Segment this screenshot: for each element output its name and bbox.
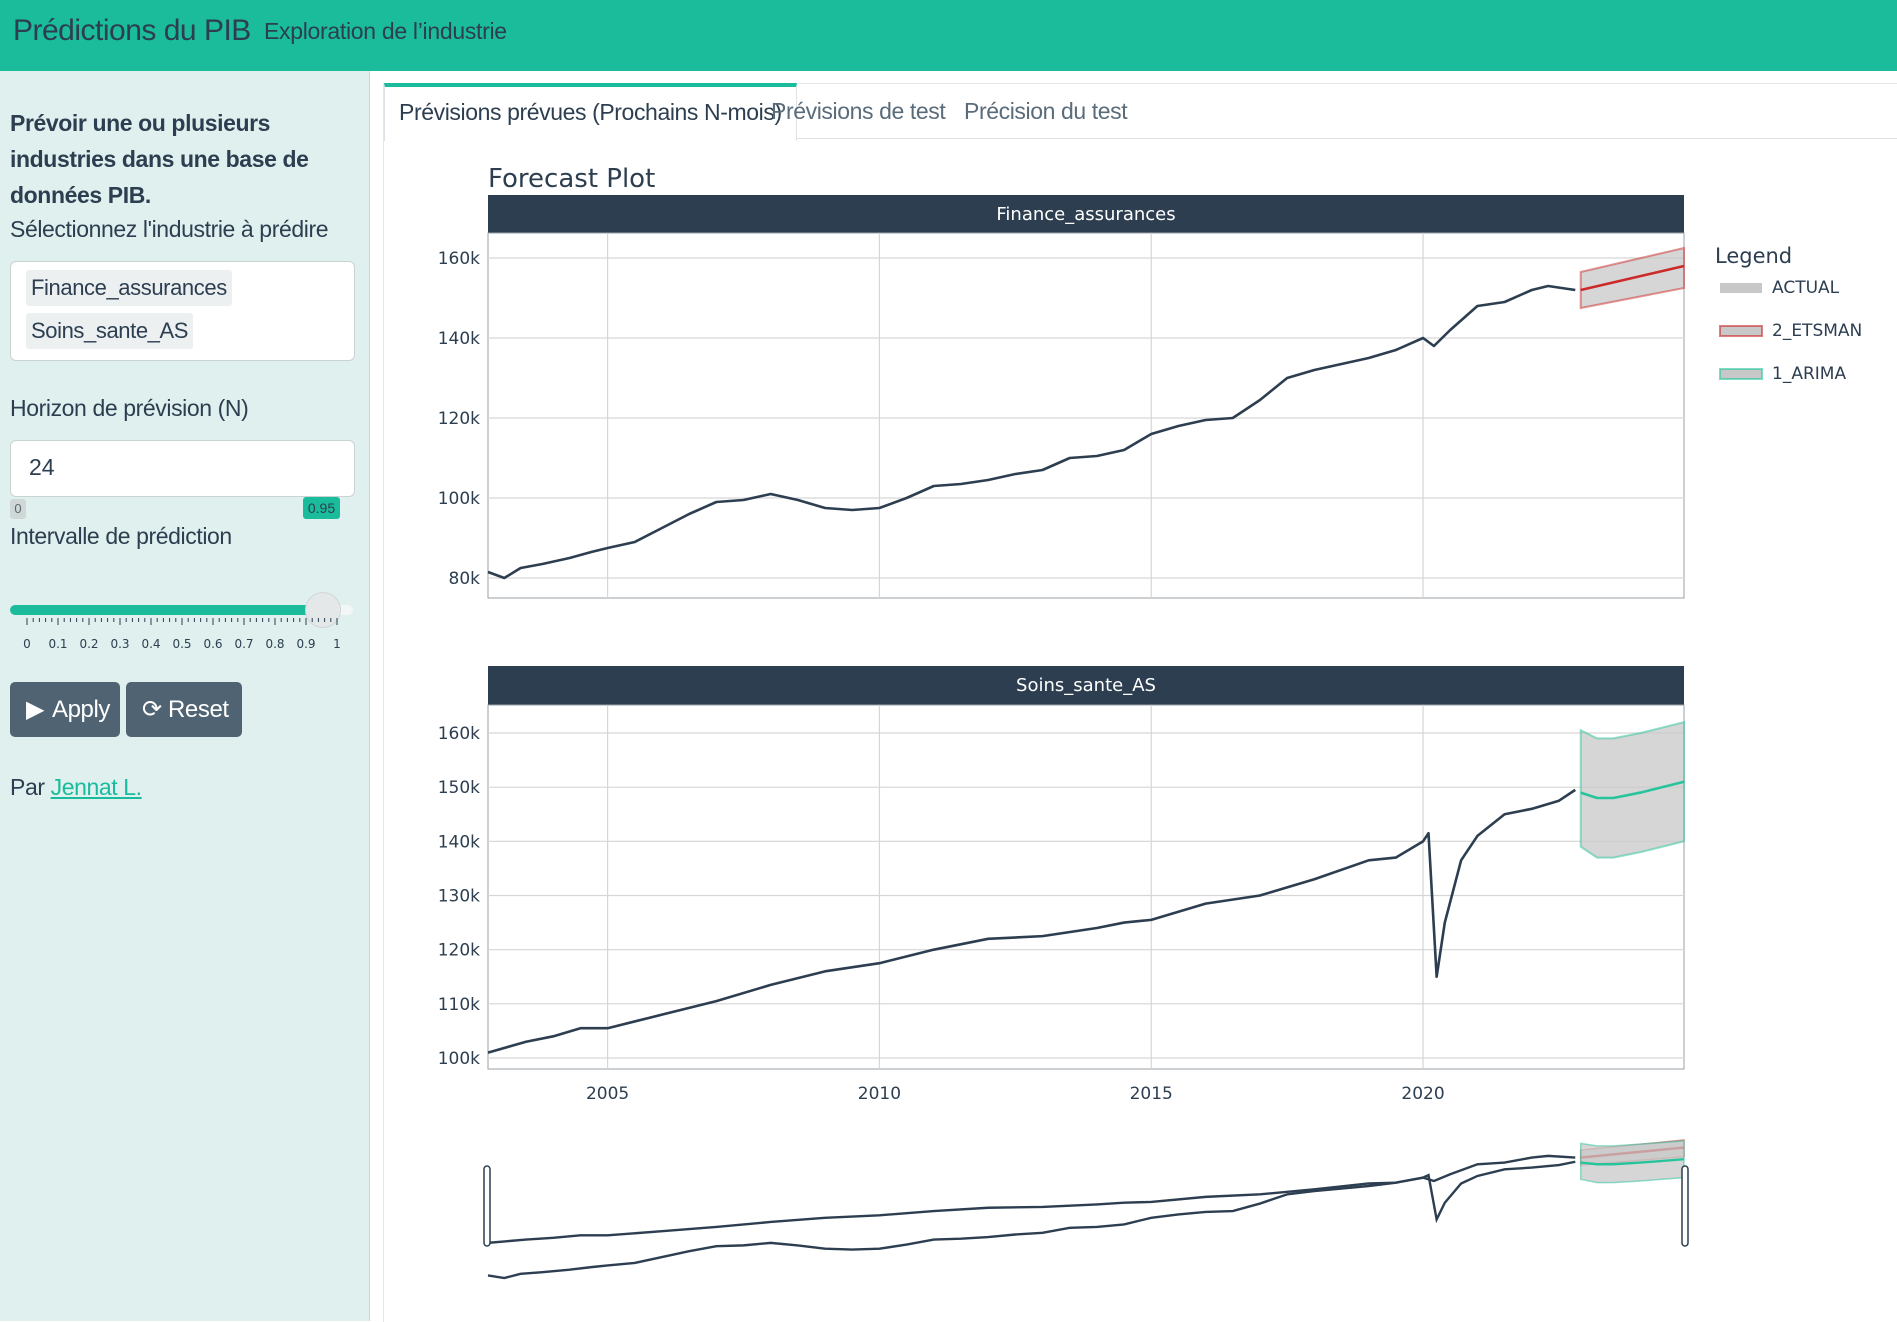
selected-industry-chip[interactable]: Finance_assurances bbox=[26, 270, 232, 306]
slider-ticks: 0 0.1 0.2 0.3 0.4 0.5 0.6 0.7 0.8 0.9 1 bbox=[23, 618, 341, 651]
credit: Par Jennat L. bbox=[10, 774, 142, 801]
slider-tick-label: 0.7 bbox=[234, 637, 253, 651]
slider-tick-label: 0.6 bbox=[203, 637, 222, 651]
tab-test-accuracy[interactable]: Précision du test bbox=[964, 84, 1128, 138]
industry-select-label: Sélectionnez l'industrie à prédire bbox=[10, 216, 329, 242]
reset-button[interactable]: ⟳ Reset bbox=[126, 682, 242, 737]
app-brand[interactable]: Prédictions du PIB bbox=[13, 14, 251, 48]
main-panel: Prévisions prévues (Prochains N-mois) Pr… bbox=[383, 83, 1897, 1322]
horizon-value: 24 bbox=[29, 454, 55, 480]
slider-tick-label: 0.9 bbox=[296, 637, 315, 651]
slider-fill bbox=[10, 605, 322, 615]
play-icon: ▶ bbox=[26, 696, 45, 723]
reset-button-label: Reset bbox=[168, 696, 229, 723]
plot-title: Forecast Plot bbox=[488, 164, 656, 194]
slider-tick-label: 0.4 bbox=[141, 637, 160, 651]
selected-industry-chip[interactable]: Soins_sante_AS bbox=[26, 313, 194, 349]
apply-button[interactable]: ▶ Apply bbox=[10, 682, 120, 737]
sidebar-description: Prévoir une ou plusieurs industries dans… bbox=[10, 110, 309, 208]
horizon-label: Horizon de prévision (N) bbox=[10, 395, 249, 421]
slider-min-label: 0 bbox=[10, 499, 26, 519]
slider-tick-label: 0.3 bbox=[110, 637, 129, 651]
nav-link-industry-exploration[interactable]: Exploration de l’industrie bbox=[264, 18, 507, 45]
tab-forecast[interactable]: Prévisions prévues (Prochains N-mois) bbox=[384, 83, 797, 141]
slider-tick-label: 0.5 bbox=[172, 637, 191, 651]
author-link[interactable]: Jennat L. bbox=[51, 774, 142, 800]
slider-tick-label: 0.2 bbox=[79, 637, 98, 651]
industry-multiselect[interactable]: Finance_assurances Soins_sante_AS bbox=[10, 261, 355, 361]
navbar: Prédictions du PIB Exploration de l’indu… bbox=[0, 0, 1897, 71]
interval-label: Intervalle de prédiction bbox=[10, 523, 232, 549]
slider-tick-label: 0.1 bbox=[48, 637, 67, 651]
slider-value-label: 0.95 bbox=[303, 497, 340, 519]
slider-tick-label: 0.8 bbox=[265, 637, 284, 651]
slider-tick-label: 0 bbox=[23, 637, 31, 651]
credit-prefix: Par bbox=[10, 774, 45, 800]
slider-tick-label: 1 bbox=[333, 637, 341, 651]
refresh-icon: ⟳ bbox=[142, 696, 162, 723]
apply-button-label: Apply bbox=[52, 696, 111, 723]
horizon-input[interactable]: 24 bbox=[10, 440, 355, 497]
tab-test-forecast[interactable]: Prévisions de test bbox=[771, 84, 946, 138]
